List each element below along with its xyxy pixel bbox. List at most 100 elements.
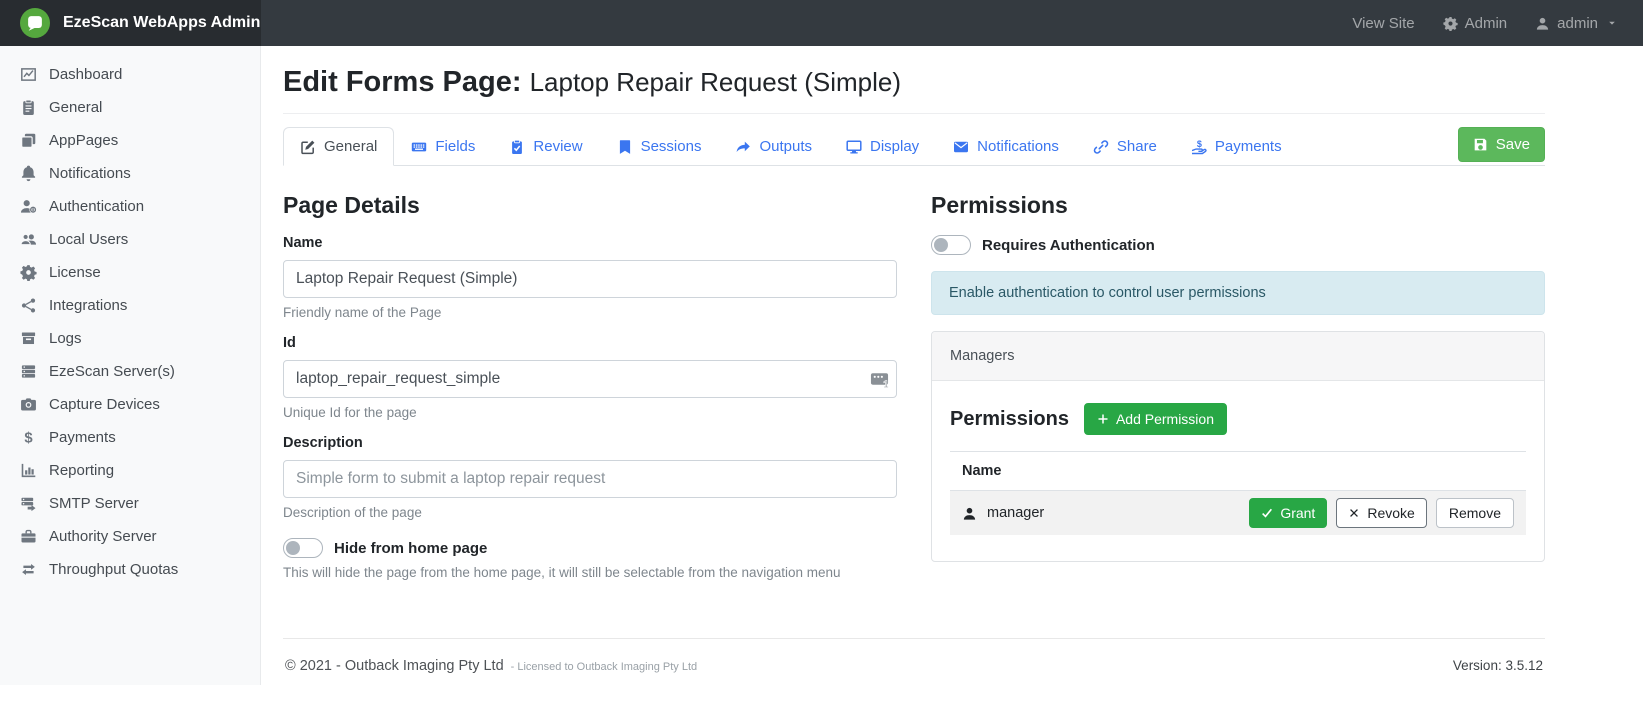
managers-card: Managers Permissions Add Permission Name	[931, 331, 1545, 562]
plus-icon	[1097, 413, 1109, 425]
share-arrow-icon	[735, 139, 751, 155]
briefcase-icon	[20, 528, 37, 545]
name-input[interactable]	[283, 260, 897, 298]
keyboard-icon	[411, 139, 427, 155]
sidebar-item-local-users[interactable]: Local Users	[0, 223, 260, 256]
add-permission-button[interactable]: Add Permission	[1084, 403, 1227, 435]
tab-share[interactable]: Share	[1076, 127, 1174, 166]
tab-review[interactable]: Review	[492, 127, 599, 166]
dollar-icon: $	[20, 429, 37, 446]
sidebar-item-integrations[interactable]: Integrations	[0, 289, 260, 322]
tab-outputs[interactable]: Outputs	[718, 127, 829, 166]
app-brand[interactable]: EzeScan WebApps Admin	[0, 0, 261, 46]
id-label: Id	[283, 335, 897, 351]
tab-display[interactable]: Display	[829, 127, 936, 166]
permissions-table: Name manager	[950, 451, 1526, 535]
id-keypad-icon: 1	[870, 370, 889, 389]
bell-icon	[20, 165, 37, 182]
tabs: General Fields Review Sessions Outputs D…	[283, 127, 1299, 166]
sidebar-item-capture-devices[interactable]: Capture Devices	[0, 388, 260, 421]
page-subtitle: Laptop Repair Request (Simple)	[530, 67, 901, 97]
remove-button[interactable]: Remove	[1436, 498, 1514, 528]
caret-down-icon	[1607, 18, 1617, 28]
clipboard-icon	[20, 99, 37, 116]
sidebar-item-ezescan-servers[interactable]: EzeScan Server(s)	[0, 355, 260, 388]
server-icon	[20, 363, 37, 380]
sidebar-item-general[interactable]: General	[0, 91, 260, 124]
page-title: Edit Forms Page: Laptop Repair Request (…	[283, 66, 1545, 99]
envelope-icon	[953, 139, 969, 155]
permissions-section: Permissions Requires Authentication Enab…	[931, 184, 1545, 580]
nav-user-menu[interactable]: admin	[1535, 15, 1617, 32]
description-label: Description	[283, 435, 897, 451]
tab-notifications[interactable]: Notifications	[936, 127, 1076, 166]
requires-auth-row: Requires Authentication	[931, 235, 1545, 255]
tab-sessions[interactable]: Sessions	[600, 127, 719, 166]
nav-view-site[interactable]: View Site	[1352, 15, 1414, 32]
sidebar-item-apppages[interactable]: AppPages	[0, 124, 260, 157]
sidebar-item-license[interactable]: License	[0, 256, 260, 289]
user-icon	[962, 506, 977, 521]
svg-text:$: $	[1197, 139, 1202, 149]
clipboard-check-icon	[509, 139, 525, 155]
sidebar-item-payments[interactable]: $Payments	[0, 421, 260, 454]
navbar-menu: View Site Admin admin	[1352, 15, 1643, 32]
hide-home-toggle[interactable]	[283, 538, 323, 558]
grant-button[interactable]: Grant	[1249, 498, 1327, 528]
hide-home-row: Hide from home page	[283, 538, 897, 558]
user-icon	[1535, 16, 1550, 31]
description-help: Description of the page	[283, 505, 897, 520]
copyright-text: © 2021 - Outback Imaging Pty Ltd	[285, 658, 504, 674]
sidebar-item-smtp-server[interactable]: SMTP Server	[0, 487, 260, 520]
permissions-heading: Permissions	[931, 192, 1545, 219]
sidebar-item-throughput-quotas[interactable]: Throughput Quotas	[0, 553, 260, 586]
id-input[interactable]	[283, 360, 897, 398]
page-details-heading: Page Details	[283, 192, 897, 219]
sidebar-item-logs[interactable]: Logs	[0, 322, 260, 355]
floppy-icon	[1473, 137, 1488, 152]
sidebar-item-authority-server[interactable]: Authority Server	[0, 520, 260, 553]
main-content: Edit Forms Page: Laptop Repair Request (…	[261, 46, 1643, 685]
hand-dollar-icon: $	[1191, 139, 1207, 155]
pages-icon	[20, 132, 37, 149]
page-header: Edit Forms Page: Laptop Repair Request (…	[283, 50, 1545, 114]
exchange-icon	[20, 561, 37, 578]
gear-icon	[1443, 16, 1458, 31]
x-icon	[1348, 507, 1360, 519]
requires-auth-toggle[interactable]	[931, 235, 971, 255]
name-form-group: Name Friendly name of the Page	[283, 235, 897, 320]
sidebar-item-reporting[interactable]: Reporting	[0, 454, 260, 487]
table-row: manager Grant	[950, 491, 1526, 536]
server-out-icon	[20, 495, 37, 512]
tab-general[interactable]: General	[283, 127, 394, 166]
version-text: Version: 3.5.12	[1453, 658, 1543, 673]
share-nodes-icon	[20, 297, 37, 314]
sidebar-item-authentication[interactable]: Authentication	[0, 190, 260, 223]
column-header-name: Name	[950, 452, 1526, 491]
permission-user-name: manager	[987, 505, 1044, 521]
svg-text:$: $	[24, 431, 33, 446]
archive-box-icon	[20, 330, 37, 347]
revoke-button[interactable]: Revoke	[1336, 498, 1426, 528]
app-title: EzeScan WebApps Admin	[63, 14, 260, 32]
cog-icon	[20, 264, 37, 281]
name-help: Friendly name of the Page	[283, 305, 897, 320]
page-details-section: Page Details Name Friendly name of the P…	[283, 184, 897, 580]
app-logo-icon	[20, 8, 50, 38]
description-input[interactable]	[283, 460, 897, 498]
save-button[interactable]: Save	[1458, 127, 1545, 162]
sidebar-item-notifications[interactable]: Notifications	[0, 157, 260, 190]
tabs-row: General Fields Review Sessions Outputs D…	[283, 124, 1545, 166]
user-key-icon	[20, 198, 37, 215]
tab-payments[interactable]: $Payments	[1174, 127, 1299, 166]
display-icon	[846, 139, 862, 155]
id-help: Unique Id for the page	[283, 405, 897, 420]
sidebar-item-dashboard[interactable]: Dashboard	[0, 58, 260, 91]
camera-icon	[20, 396, 37, 413]
nav-admin[interactable]: Admin	[1443, 15, 1508, 32]
licensed-text: - Licensed to Outback Imaging Pty Ltd	[511, 661, 698, 673]
footer: © 2021 - Outback Imaging Pty Ltd - Licens…	[283, 639, 1545, 685]
sidebar: Dashboard General AppPages Notifications…	[0, 46, 261, 685]
tab-fields[interactable]: Fields	[394, 127, 492, 166]
name-label: Name	[283, 235, 897, 251]
